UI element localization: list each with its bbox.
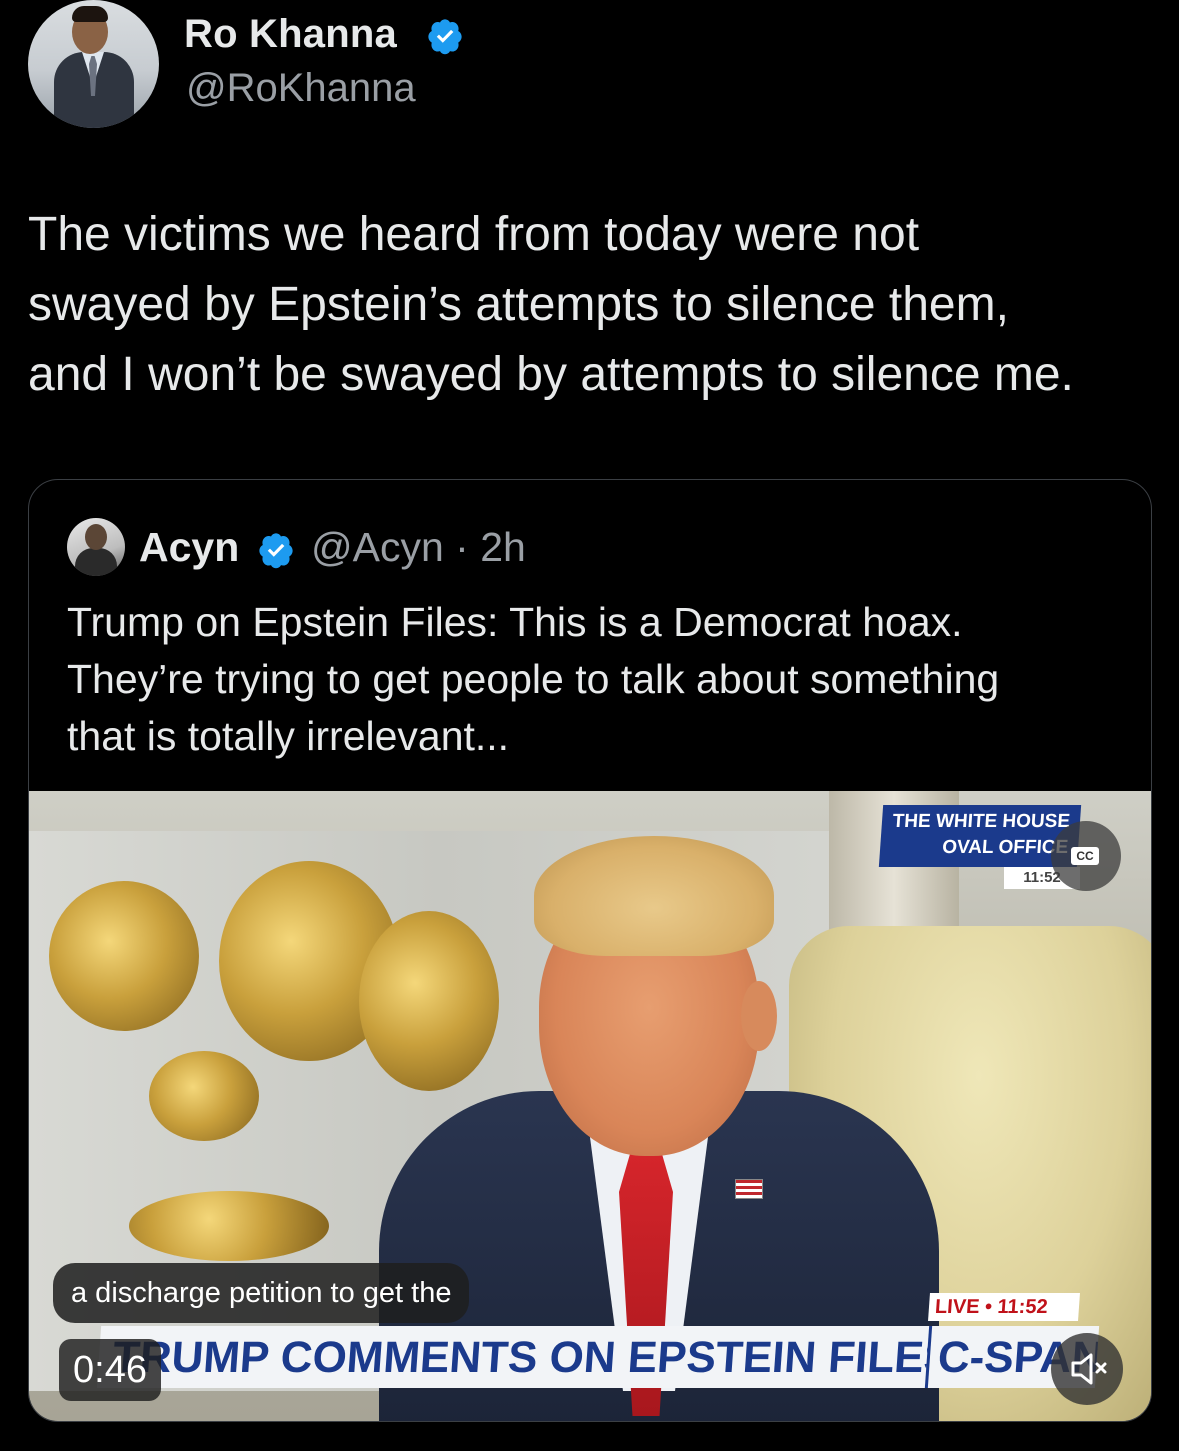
video-gold-ornament — [149, 1051, 259, 1141]
video-person-hair — [534, 836, 774, 956]
author-name[interactable]: Ro Khanna — [184, 12, 397, 57]
lower-third-headline: TRUMP COMMENTS ON EPSTEIN FILES — [96, 1326, 932, 1388]
author-handle[interactable]: @RoKhanna — [186, 66, 416, 111]
video-gold-ornament — [49, 881, 199, 1031]
verified-badge-icon — [428, 19, 462, 55]
quoted-author-handle[interactable]: @Acyn · 2h — [311, 524, 526, 571]
location-bug-line2: OVAL OFFICE — [941, 837, 1069, 858]
video-person-ear — [741, 981, 777, 1051]
tweet-text: The victims we heard from today were not… — [28, 208, 1074, 401]
verified-badge-icon — [259, 533, 293, 569]
video-timestamp: 0:46 — [59, 1339, 161, 1401]
quoted-author-avatar[interactable] — [67, 518, 125, 576]
mute-button[interactable] — [1051, 1333, 1123, 1405]
closed-captions-icon: CC — [1071, 847, 1099, 865]
closed-captions-button[interactable]: CC — [1051, 821, 1121, 891]
quoted-avatar-head — [85, 524, 107, 550]
video-player[interactable]: THE WHITE HOUSE OVAL OFFICE 11:52 CC a d… — [29, 791, 1151, 1421]
location-bug-line1: THE WHITE HOUSE — [891, 811, 1071, 832]
author-avatar[interactable] — [28, 0, 159, 128]
quoted-tweet-card[interactable]: Acyn @Acyn · 2h Trump on Epstein Files: … — [28, 479, 1152, 1422]
video-caption: a discharge petition to get the — [53, 1263, 470, 1323]
flag-pin — [735, 1179, 763, 1199]
video-gold-ornament — [359, 911, 499, 1091]
quoted-tweet-text: Trump on Epstein Files: This is a Democr… — [67, 599, 1000, 759]
quoted-avatar-body — [75, 548, 117, 576]
quoted-author-name[interactable]: Acyn — [139, 524, 239, 571]
video-gold-ornament — [129, 1191, 329, 1261]
live-tag: LIVE • 11:52 — [928, 1293, 1080, 1321]
avatar-hair — [72, 6, 108, 22]
mute-icon — [1071, 1353, 1107, 1385]
